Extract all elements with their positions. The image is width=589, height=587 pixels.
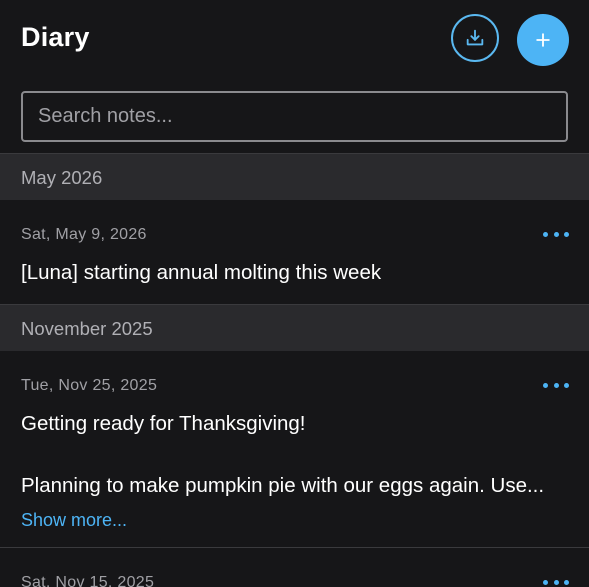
search-input[interactable] (21, 91, 568, 142)
page-title: Diary (21, 22, 90, 52)
dot-icon (543, 382, 548, 388)
section-header-november-2025: November 2025 (0, 304, 589, 351)
more-options-button[interactable] (543, 378, 569, 392)
entry-text: Planning to make pumpkin pie with our eg… (21, 474, 545, 497)
list-item[interactable]: Sat, Nov 15, 2025 (0, 548, 589, 587)
export-button[interactable] (451, 14, 499, 62)
dot-icon (553, 231, 559, 237)
section-header-may-2026: May 2026 (0, 153, 589, 200)
download-icon (466, 29, 484, 46)
dot-icon (564, 579, 569, 585)
dot-icon (553, 579, 559, 585)
entry-text: [Luna] starting annual molting this week (21, 261, 382, 284)
entry-date: Sat, May 9, 2026 (21, 226, 147, 243)
dot-icon (564, 231, 569, 237)
entry-date: Sat, Nov 15, 2025 (21, 574, 155, 587)
dot-icon (564, 382, 569, 388)
dot-icon (543, 579, 548, 585)
section-label: November 2025 (21, 318, 153, 339)
header: Diary (0, 0, 589, 86)
diary-app: Diary May 2026 Sat, May 9, 2026 [Luna] s… (0, 0, 589, 587)
more-options-button[interactable] (543, 227, 569, 241)
show-more-link[interactable]: Show more... (21, 510, 127, 531)
more-options-button[interactable] (543, 575, 569, 587)
dot-icon (543, 231, 548, 237)
entry-text: Getting ready for Thanksgiving! (21, 412, 306, 435)
section-label: May 2026 (21, 167, 103, 188)
entry-date: Tue, Nov 25, 2025 (21, 377, 158, 394)
plus-icon (536, 33, 550, 47)
list-item[interactable]: Sat, May 9, 2026 [Luna] starting annual … (0, 200, 589, 304)
dot-icon (553, 382, 559, 388)
add-note-button[interactable] (517, 14, 569, 66)
list-item[interactable]: Tue, Nov 25, 2025 Getting ready for Than… (0, 351, 589, 547)
